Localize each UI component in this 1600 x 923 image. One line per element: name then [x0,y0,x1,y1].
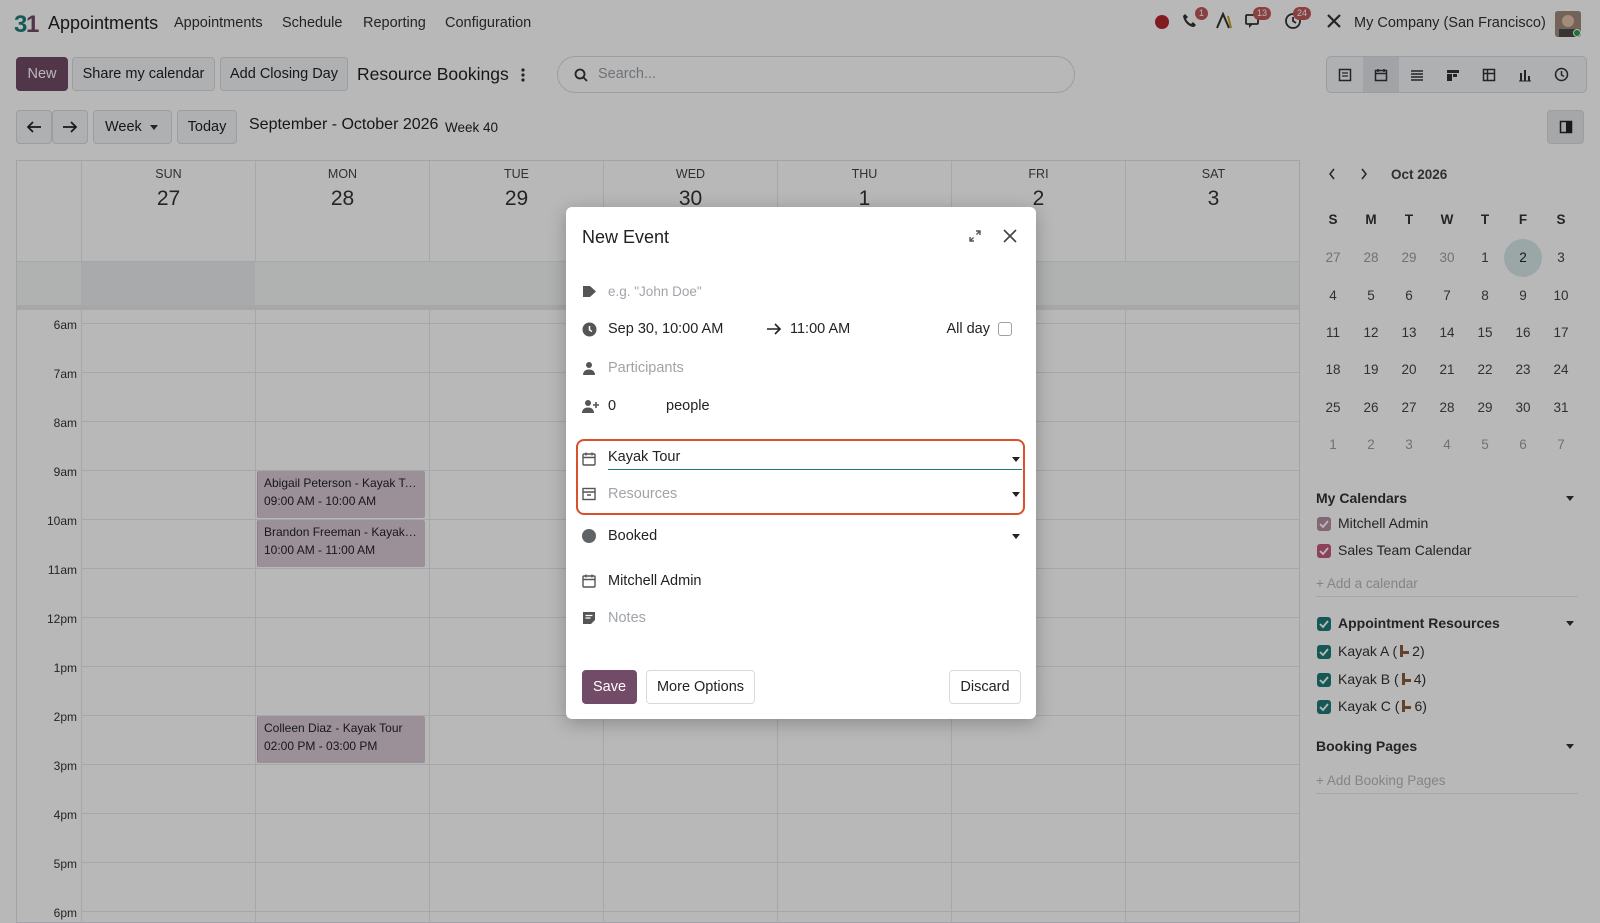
participants-row: Participants [582,360,1020,376]
organizer-row: Mitchell Admin [582,573,1020,589]
allday-label: All day [946,321,990,337]
new-event-dialog: New Event e.g. "John Doe" Sep 30, 10:00 … [566,207,1036,719]
close-icon[interactable] [1002,228,1018,244]
appointment-type-input[interactable]: Kayak Tour [608,449,1022,470]
expand-icon[interactable] [968,229,982,243]
calendar-icon [582,452,608,466]
notes-input[interactable]: Notes [608,610,646,626]
dialog-title: New Event [582,227,670,247]
capacity-unit: people [666,398,710,414]
start-datetime[interactable]: Sep 30, 10:00 AM [608,321,766,337]
calendar-icon [582,574,608,588]
tag-icon [582,284,608,299]
capacity-row: 0 people [582,398,1020,414]
resources-input[interactable]: Resources [608,486,1012,502]
status-dot-icon [582,529,608,543]
appointment-type-row: Kayak Tour [582,445,1022,473]
archive-icon [582,487,608,501]
status-select[interactable]: Booked [608,528,1012,544]
chevron-down-icon[interactable] [1012,456,1020,462]
user-plus-icon [582,399,608,413]
name-input[interactable]: e.g. "John Doe" [608,284,702,299]
notes-row: Notes [582,610,1020,626]
more-options-button[interactable]: More Options [646,670,755,704]
chevron-down-icon[interactable] [1012,533,1020,539]
resources-row: Resources [582,486,1020,502]
note-icon [582,611,608,625]
clock-icon [582,322,608,337]
organizer-input[interactable]: Mitchell Admin [608,573,701,589]
allday-checkbox[interactable] [998,322,1012,336]
user-icon [582,361,608,375]
name-row: e.g. "John Doe" [582,284,1020,299]
capacity-input[interactable]: 0 [608,398,666,414]
datetime-row: Sep 30, 10:00 AM 11:00 AM All day [582,321,1020,337]
end-time[interactable]: 11:00 AM [790,321,850,337]
status-row: Booked [582,528,1020,544]
participants-input[interactable]: Participants [608,360,684,376]
save-button[interactable]: Save [582,670,637,704]
chevron-down-icon[interactable] [1012,491,1020,497]
discard-button[interactable]: Discard [949,670,1021,704]
arrow-right-icon [766,322,790,336]
